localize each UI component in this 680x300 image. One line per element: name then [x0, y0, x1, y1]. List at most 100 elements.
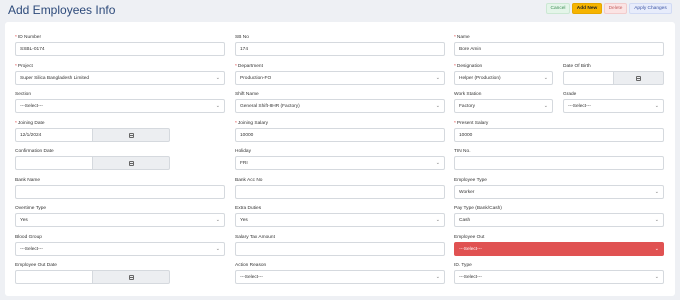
confirmation-date-input[interactable]	[15, 156, 93, 170]
work-station-label: Work Station	[454, 92, 482, 97]
grade-value: ---Select---	[568, 103, 591, 109]
department-value: Production-FO	[240, 75, 272, 81]
salary-tax-amount-input[interactable]	[235, 242, 445, 256]
chevron-down-icon: ⌄	[543, 75, 548, 81]
work-station-select[interactable]: Factory ⌄	[454, 99, 553, 113]
employee-form-card: *ID Number SSBL-0174 SB No 174 *Name Bor…	[5, 22, 675, 296]
chevron-down-icon: ⌄	[215, 103, 220, 109]
bank-acc-no-input[interactable]	[235, 185, 445, 199]
blood-group-select[interactable]: ---Select--- ⌄	[15, 242, 225, 256]
chevron-down-icon: ⌄	[654, 274, 659, 280]
blood-group-label: Blood Group	[15, 235, 42, 240]
grade-label: Grade	[563, 92, 577, 97]
salary-tax-amount-label: Salary Tax Amount	[235, 235, 275, 240]
date-of-birth-label: Date Of Birth	[563, 64, 591, 69]
joining-date-label: Joining Date	[17, 121, 45, 126]
work-station-value: Factory	[459, 103, 475, 109]
section-select[interactable]: ---Select--- ⌄	[15, 99, 225, 113]
chevron-down-icon: ⌄	[654, 103, 659, 109]
joining-salary-input[interactable]: 10000	[235, 128, 445, 142]
id-type-value: ---Select---	[459, 274, 482, 280]
holiday-label: Holiday	[235, 149, 251, 154]
calendar-icon	[128, 274, 134, 280]
employee-type-value: Worker	[459, 189, 475, 195]
add-new-button[interactable]: Add New	[572, 3, 602, 14]
designation-value: Helper (Production)	[459, 75, 501, 81]
chevron-down-icon: ⌄	[215, 217, 220, 223]
joining-date-input[interactable]: 12/1/2024	[15, 128, 93, 142]
chevron-down-icon: ⌄	[654, 246, 659, 252]
confirmation-date-label: Confirmation Date	[15, 149, 54, 154]
sb-no-label: SB No	[235, 35, 249, 40]
employee-type-select[interactable]: Worker ⌄	[454, 185, 664, 199]
chevron-down-icon: ⌄	[215, 75, 220, 81]
action-reason-label: Action Reason	[235, 263, 267, 268]
section-label: Section	[15, 92, 31, 97]
employee-out-value: ---Select---	[459, 246, 482, 252]
project-select[interactable]: Super Silica Bangladesh Limited ⌄	[15, 71, 225, 85]
chevron-down-icon: ⌄	[435, 75, 440, 81]
confirmation-date-picker-button[interactable]	[93, 156, 170, 170]
tin-no-input[interactable]	[454, 156, 664, 170]
chevron-down-icon: ⌄	[435, 217, 440, 223]
shift-name-value: General Shift-8HR (Factory)	[240, 103, 300, 109]
present-salary-label: Present Salary	[456, 121, 489, 126]
date-of-birth-picker-button[interactable]	[614, 71, 664, 85]
employee-out-date-label: Employee Out Date	[15, 263, 57, 268]
employee-out-date-picker-button[interactable]	[93, 270, 170, 284]
present-salary-input[interactable]: 10000	[454, 128, 664, 142]
holiday-select[interactable]: FRI ⌄	[235, 156, 445, 170]
chevron-down-icon: ⌄	[435, 274, 440, 280]
grade-select[interactable]: ---Select--- ⌄	[563, 99, 664, 113]
holiday-value: FRI	[240, 160, 248, 166]
extra-duties-select[interactable]: Yes ⌄	[235, 213, 445, 227]
chevron-down-icon: ⌄	[435, 103, 440, 109]
overtime-type-select[interactable]: Yes ⌄	[15, 213, 225, 227]
cancel-button[interactable]: Cancel	[546, 3, 570, 14]
id-number-label: ID Number	[17, 35, 42, 40]
bank-acc-no-label: Bank Acc No	[235, 178, 263, 183]
project-label: Project	[17, 64, 33, 69]
pay-type-label: Pay Type (Bank/Cash)	[454, 206, 502, 211]
employee-out-select[interactable]: ---Select--- ⌄	[454, 242, 664, 256]
designation-label: Designation	[456, 64, 483, 69]
action-reason-select[interactable]: ---Select--- ⌄	[235, 270, 445, 284]
calendar-icon	[128, 132, 134, 138]
employee-out-label: Employee Out	[454, 235, 485, 240]
tin-no-label: TIN No.	[454, 149, 471, 154]
shift-name-label: Shift Name	[235, 92, 259, 97]
id-type-label: ID. Type	[454, 263, 472, 268]
joining-date-picker-button[interactable]	[93, 128, 170, 142]
name-input[interactable]: Bore Amin	[454, 42, 664, 56]
blood-group-value: ---Select---	[20, 246, 43, 252]
pay-type-select[interactable]: Cash ⌄	[454, 213, 664, 227]
shift-name-select[interactable]: General Shift-8HR (Factory) ⌄	[235, 99, 445, 113]
delete-button[interactable]: Delete	[604, 3, 627, 14]
name-label: Name	[456, 35, 470, 40]
department-label: Department	[237, 64, 263, 69]
overtime-type-value: Yes	[20, 217, 28, 223]
id-type-select[interactable]: ---Select--- ⌄	[454, 270, 664, 284]
id-number-input[interactable]: SSBL-0174	[15, 42, 225, 56]
joining-salary-label: Joining Salary	[237, 121, 269, 126]
project-value: Super Silica Bangladesh Limited	[20, 75, 90, 81]
employee-type-label: Employee Type	[454, 178, 487, 183]
employee-out-date-input[interactable]	[15, 270, 93, 284]
calendar-icon	[636, 75, 641, 81]
overtime-type-label: Overtime Type	[15, 206, 47, 211]
extra-duties-label: Extra Duties	[235, 206, 262, 211]
date-of-birth-input[interactable]	[563, 71, 614, 85]
pay-type-value: Cash	[459, 217, 471, 223]
chevron-down-icon: ⌄	[654, 217, 659, 223]
extra-duties-value: Yes	[240, 217, 248, 223]
chevron-down-icon: ⌄	[654, 189, 659, 195]
chevron-down-icon: ⌄	[435, 160, 440, 166]
bank-name-input[interactable]	[15, 185, 225, 199]
designation-select[interactable]: Helper (Production) ⌄	[454, 71, 553, 85]
bank-name-label: Bank Name	[15, 178, 41, 183]
page-title: Add Employees Info	[8, 3, 116, 17]
department-select[interactable]: Production-FO ⌄	[235, 71, 445, 85]
chevron-down-icon: ⌄	[215, 246, 220, 252]
apply-changes-button[interactable]: Apply Changes	[629, 3, 672, 14]
sb-no-input[interactable]: 174	[235, 42, 445, 56]
